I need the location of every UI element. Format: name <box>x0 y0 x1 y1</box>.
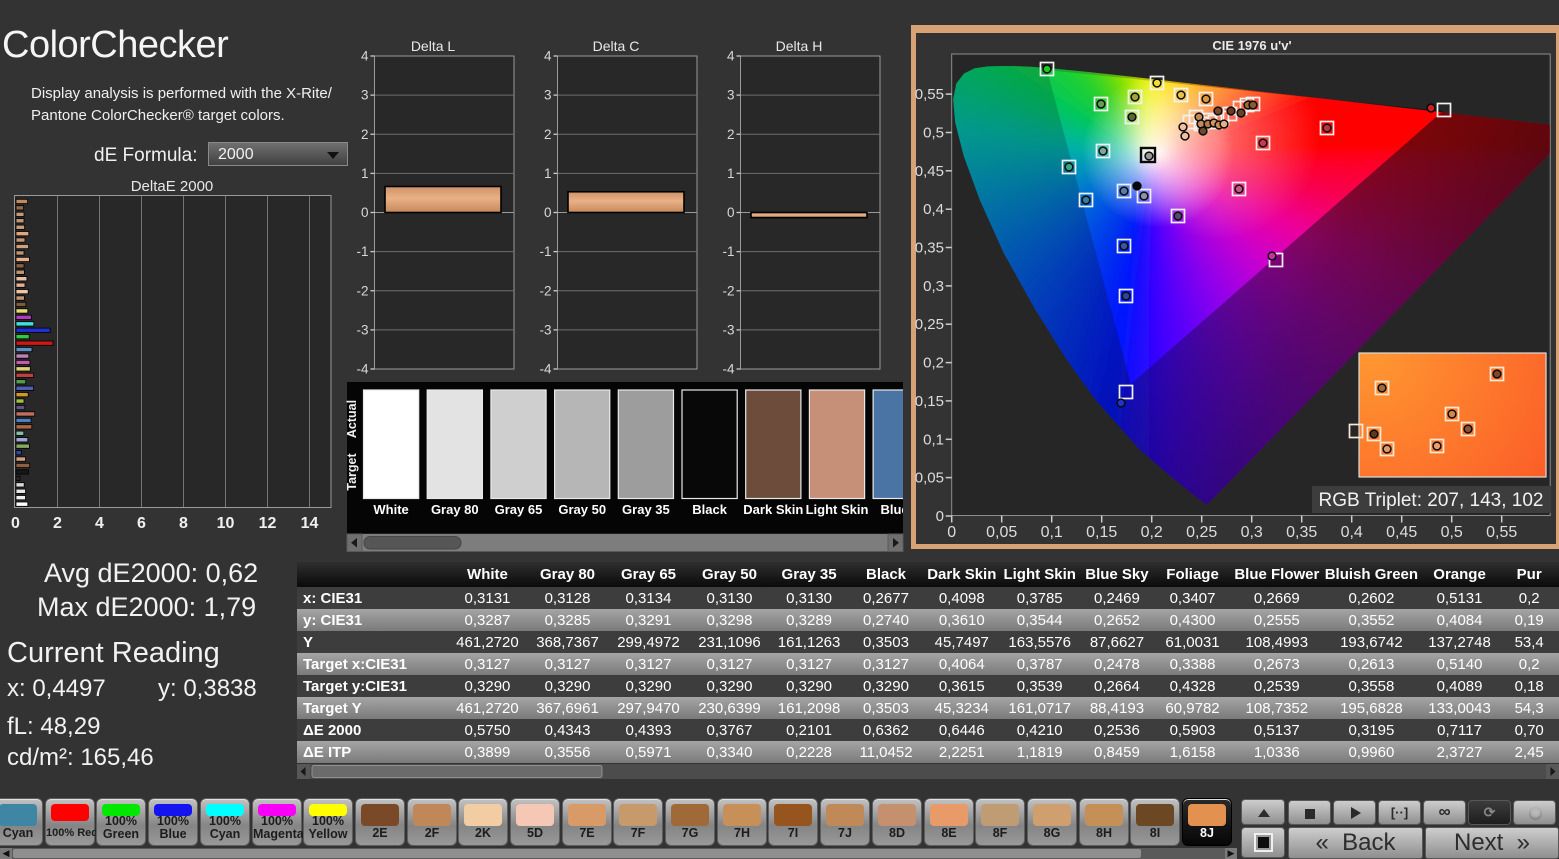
svg-text:10: 10 <box>217 515 235 532</box>
svg-text:-4: -4 <box>356 362 368 377</box>
svg-text:8: 8 <box>179 515 188 532</box>
svg-text:-2: -2 <box>539 283 551 298</box>
svg-text:-4: -4 <box>539 362 551 377</box>
svg-text:Delta L: Delta L <box>411 38 456 54</box>
svg-text:Black: Black <box>692 502 727 517</box>
svg-text:-3: -3 <box>539 322 551 337</box>
svg-text:Delta H: Delta H <box>776 38 823 54</box>
svg-text:4: 4 <box>361 49 369 64</box>
svg-text:0,4: 0,4 <box>1341 524 1363 541</box>
svg-text:DeltaE 2000: DeltaE 2000 <box>131 178 214 195</box>
svg-text:0: 0 <box>947 524 956 541</box>
svg-text:-1: -1 <box>356 244 368 259</box>
svg-text:0,35: 0,35 <box>915 240 944 257</box>
svg-text:-4: -4 <box>722 362 734 377</box>
svg-text:0,1: 0,1 <box>923 431 944 448</box>
svg-text:0,1: 0,1 <box>1041 524 1063 541</box>
svg-text:6: 6 <box>137 515 146 532</box>
svg-text:0: 0 <box>936 508 944 525</box>
svg-text:2: 2 <box>361 127 369 142</box>
svg-text:0,2: 0,2 <box>923 355 944 372</box>
svg-text:Gray 65: Gray 65 <box>495 502 543 517</box>
svg-text:0: 0 <box>361 205 369 220</box>
svg-text:2: 2 <box>727 127 735 142</box>
svg-text:Light Skin: Light Skin <box>806 502 869 517</box>
svg-text:0,5: 0,5 <box>923 125 944 142</box>
svg-text:0,35: 0,35 <box>1286 524 1317 541</box>
svg-text:1: 1 <box>727 166 735 181</box>
svg-text:0,05: 0,05 <box>986 524 1017 541</box>
svg-text:0: 0 <box>544 205 552 220</box>
svg-text:Target: Target <box>345 453 359 491</box>
svg-text:-2: -2 <box>356 283 368 298</box>
svg-text:4: 4 <box>544 49 552 64</box>
svg-text:3: 3 <box>544 88 552 103</box>
svg-text:-2: -2 <box>722 283 734 298</box>
svg-text:2: 2 <box>53 515 62 532</box>
svg-text:White: White <box>373 502 408 517</box>
svg-text:0,15: 0,15 <box>1086 524 1117 541</box>
svg-text:-3: -3 <box>356 322 368 337</box>
svg-text:-3: -3 <box>722 322 734 337</box>
svg-text:0,55: 0,55 <box>1486 524 1517 541</box>
svg-text:0,5: 0,5 <box>1441 524 1463 541</box>
svg-text:-1: -1 <box>722 244 734 259</box>
svg-text:0,3: 0,3 <box>923 278 944 295</box>
svg-text:1: 1 <box>361 166 369 181</box>
svg-text:0,3: 0,3 <box>1241 524 1263 541</box>
svg-text:0: 0 <box>11 515 20 532</box>
svg-text:0,25: 0,25 <box>915 316 944 333</box>
svg-text:RGB Triplet: 207, 143, 102: RGB Triplet: 207, 143, 102 <box>1319 490 1544 511</box>
svg-text:Gray 80: Gray 80 <box>431 502 479 517</box>
svg-text:Gray 50: Gray 50 <box>558 502 606 517</box>
svg-text:0,05: 0,05 <box>915 470 944 487</box>
svg-text:0,55: 0,55 <box>915 86 944 103</box>
svg-text:Actual: Actual <box>345 400 359 438</box>
svg-text:CIE 1976 u'v': CIE 1976 u'v' <box>1212 38 1291 53</box>
svg-text:0,2: 0,2 <box>1141 524 1163 541</box>
svg-text:0,45: 0,45 <box>915 163 944 180</box>
svg-text:-1: -1 <box>539 244 551 259</box>
svg-text:1: 1 <box>544 166 552 181</box>
svg-text:0,25: 0,25 <box>1186 524 1217 541</box>
svg-text:4: 4 <box>727 49 735 64</box>
svg-text:2: 2 <box>544 127 552 142</box>
svg-text:0: 0 <box>727 205 735 220</box>
svg-text:0,45: 0,45 <box>1386 524 1417 541</box>
svg-text:Gray 35: Gray 35 <box>622 502 670 517</box>
svg-text:4: 4 <box>95 515 104 532</box>
svg-text:12: 12 <box>259 515 277 532</box>
svg-text:3: 3 <box>361 88 369 103</box>
svg-text:0,4: 0,4 <box>923 201 944 218</box>
svg-text:Delta C: Delta C <box>593 38 640 54</box>
svg-text:14: 14 <box>301 515 319 532</box>
svg-text:Dark Skin: Dark Skin <box>743 502 803 517</box>
svg-text:3: 3 <box>727 88 735 103</box>
svg-text:0,15: 0,15 <box>915 393 944 410</box>
